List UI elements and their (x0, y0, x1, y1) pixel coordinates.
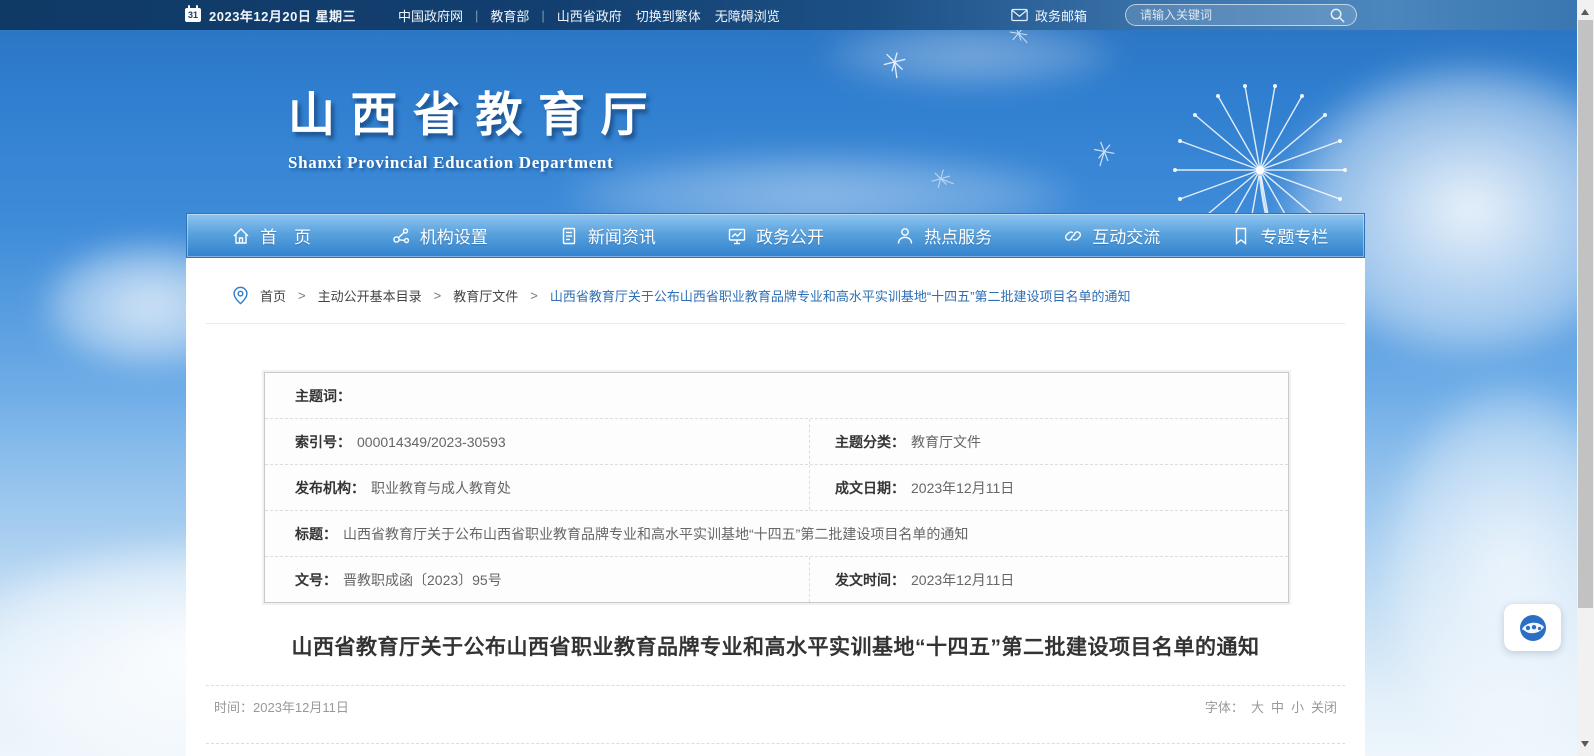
site-title: 山西省教育厅 (288, 76, 663, 145)
site-search-box (1125, 4, 1357, 26)
link-chain-icon (1063, 226, 1083, 246)
cloud-decoration (1380, 380, 1577, 756)
breadcrumb-documents[interactable]: 教育厅文件 (453, 286, 518, 305)
presentation-board-icon (727, 226, 747, 246)
location-pin-icon (230, 285, 251, 306)
cloud-decoration (820, 20, 1120, 90)
field-value-issue-time: 2023年12月11日 (911, 570, 1014, 590)
field-value-doc-number: 晋教职成函〔2023〕95号 (343, 570, 502, 590)
breadcrumb-catalog[interactable]: 主动公开基本目录 (318, 286, 422, 305)
font-size-medium-button[interactable]: 中 (1271, 700, 1284, 715)
field-value-title: 山西省教育厅关于公布山西省职业教育品牌专业和高水平实训基地“十四五”第二批建设项… (343, 524, 968, 544)
font-size-small-button[interactable]: 小 (1291, 700, 1304, 715)
nav-item-gov-disclosure[interactable]: 政务公开 (691, 223, 859, 248)
org-structure-icon (391, 226, 411, 246)
time-value: 2023年12月11日 (253, 700, 349, 715)
scrollbar (1577, 0, 1594, 756)
home-icon (231, 226, 251, 246)
article-time: 时间：2023年12月11日 (214, 697, 349, 716)
link-separator: | (541, 8, 544, 23)
table-row: 文号： 晋教职成函〔2023〕95号 发文时间： 2023年12月11日 (265, 556, 1288, 602)
close-button[interactable]: 关闭 (1311, 700, 1337, 715)
document-info-table: 主题词： 索引号： 000014349/2023-30593 主题分类： 教育厅… (264, 372, 1289, 603)
field-value-written-date: 2023年12月11日 (911, 478, 1014, 498)
link-shanxi-gov[interactable]: 山西省政府 (557, 6, 622, 25)
nav-item-home[interactable]: 首 页 (187, 223, 355, 248)
nav-item-special-topics[interactable]: 专题专栏 (1196, 223, 1364, 248)
scrollbar-down-arrow[interactable] (1581, 741, 1589, 747)
field-label-subject-words: 主题词： (295, 386, 351, 406)
calendar-icon: 31 (185, 8, 201, 22)
gov-mailbox-link[interactable]: 政务邮箱 (1011, 6, 1087, 25)
scrollbar-up-arrow[interactable] (1581, 9, 1589, 15)
nav-label: 新闻资讯 (588, 223, 656, 248)
envelope-icon (1011, 8, 1028, 22)
nav-item-news[interactable]: 新闻资讯 (523, 223, 691, 248)
field-label-issuing-agency: 发布机构： (295, 478, 365, 498)
font-size-large-button[interactable]: 大 (1251, 700, 1264, 715)
gov-mailbox-label: 政务邮箱 (1035, 6, 1087, 25)
bookmark-icon (1231, 226, 1251, 246)
field-value-index-number: 000014349/2023-30593 (357, 434, 506, 450)
nav-label: 互动交流 (1092, 223, 1160, 248)
content-panel: 首页 > 主动公开基本目录 > 教育厅文件 > 山西省教育厅关于公布山西省职业教… (186, 258, 1365, 756)
time-label: 时间： (214, 700, 253, 715)
site-logo[interactable]: 山西省教育厅 Shanxi Provincial Education Depar… (288, 76, 663, 173)
dandelion-seed-icon (1085, 135, 1122, 172)
article-meta-bar: 时间：2023年12月11日 字体： 大中小关闭 (206, 685, 1345, 716)
breadcrumb-divider (206, 323, 1345, 324)
breadcrumb-separator: > (298, 288, 306, 303)
site-subtitle: Shanxi Provincial Education Department (288, 153, 663, 173)
field-label-doc-number: 文号： (295, 570, 337, 590)
breadcrumb-separator: > (434, 288, 442, 303)
nav-item-interaction[interactable]: 互动交流 (1028, 223, 1196, 248)
field-value-subject-category: 教育厅文件 (911, 432, 981, 452)
field-label-issue-time: 发文时间： (835, 570, 905, 590)
article-title: 山西省教育厅关于公布山西省职业教育品牌专业和高水平实训基地“十四五”第二批建设项… (186, 631, 1365, 661)
breadcrumb-separator: > (530, 288, 538, 303)
link-china-gov[interactable]: 中国政府网 (398, 6, 463, 25)
nav-label: 专题专栏 (1260, 223, 1328, 248)
nav-label: 政务公开 (756, 223, 824, 248)
field-label-index-number: 索引号： (295, 432, 351, 452)
nav-label: 首 页 (260, 223, 311, 248)
scrollbar-thumb[interactable] (1578, 20, 1593, 608)
table-row: 标题： 山西省教育厅关于公布山西省职业教育品牌专业和高水平实训基地“十四五”第二… (265, 510, 1288, 556)
table-row: 发布机构： 职业教育与成人教育处 成文日期： 2023年12月11日 (265, 464, 1288, 510)
breadcrumb-home[interactable]: 首页 (260, 286, 286, 305)
nav-item-hot-services[interactable]: 热点服务 (860, 223, 1028, 248)
accessibility-link[interactable]: 无障碍浏览 (715, 6, 780, 25)
nav-label: 机构设置 (420, 223, 488, 248)
floating-service-button[interactable] (1504, 604, 1561, 651)
table-row: 主题词： (265, 373, 1288, 418)
nav-item-organization[interactable]: 机构设置 (355, 223, 523, 248)
link-ministry-education[interactable]: 教育部 (490, 6, 529, 25)
table-row: 索引号： 000014349/2023-30593 主题分类： 教育厅文件 (265, 418, 1288, 464)
breadcrumb: 首页 > 主动公开基本目录 > 教育厅文件 > 山西省教育厅关于公布山西省职业教… (186, 258, 1365, 306)
search-input[interactable] (1126, 8, 1329, 22)
field-label-written-date: 成文日期： (835, 478, 905, 498)
service-logo-icon (1517, 612, 1549, 644)
page-background: 31 2023年12月20日 星期三 中国政府网 | 教育部 | 山西省政府 切… (0, 0, 1577, 756)
news-doc-icon (559, 226, 579, 246)
field-value-issuing-agency: 职业教育与成人教育处 (371, 478, 511, 498)
person-icon (895, 226, 915, 246)
nav-label: 热点服务 (924, 223, 992, 248)
font-size-label: 字体： (1205, 700, 1244, 715)
main-navigation: 首 页 机构设置 新闻资讯 政务公开 热点服务 互动交流 专题专栏 (186, 213, 1365, 258)
top-utility-bar: 31 2023年12月20日 星期三 中国政府网 | 教育部 | 山西省政府 切… (0, 0, 1577, 30)
current-date: 2023年12月20日 星期三 (209, 6, 356, 25)
font-size-controls: 字体： 大中小关闭 (1205, 697, 1337, 716)
field-label-title: 标题： (295, 524, 337, 544)
search-icon[interactable] (1329, 7, 1346, 24)
link-separator: | (475, 8, 478, 23)
traditional-chinese-toggle[interactable]: 切换到繁体 (636, 6, 701, 25)
article-body-divider (206, 743, 1345, 744)
breadcrumb-current-page: 山西省教育厅关于公布山西省职业教育品牌专业和高水平实训基地“十四五”第二批建设项… (550, 286, 1131, 305)
field-label-subject-category: 主题分类： (835, 432, 905, 452)
